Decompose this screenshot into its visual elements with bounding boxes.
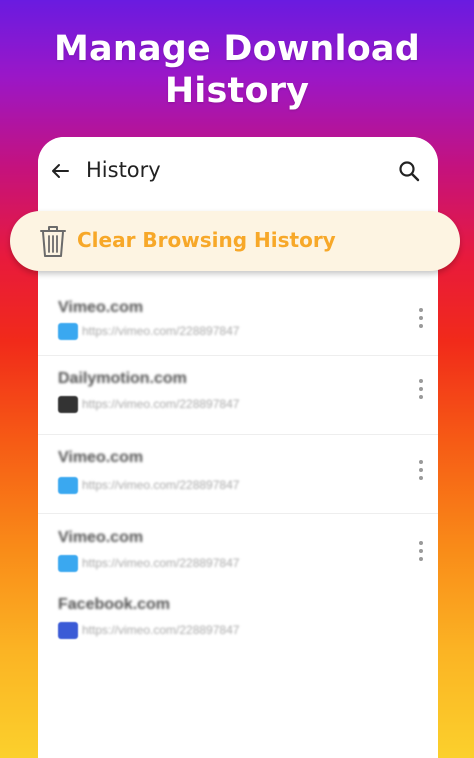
history-item-title: Vimeo.com — [58, 449, 144, 466]
history-item-url: https://vimeo.com/228897847 — [82, 397, 240, 411]
dailymotion-icon — [58, 396, 78, 413]
vimeo-icon — [58, 477, 78, 494]
history-item-title: Vimeo.com — [58, 299, 144, 316]
history-item-url: https://vimeo.com/228897847 — [82, 324, 240, 338]
history-row[interactable]: Facebook.com https://vimeo.com/228897847 — [38, 582, 438, 660]
arrow-left-icon[interactable] — [50, 161, 70, 181]
history-row[interactable]: Vimeo.com https://vimeo.com/228897847 — [38, 514, 438, 592]
more-vertical-icon[interactable] — [418, 459, 424, 481]
history-item-title: Vimeo.com — [58, 529, 144, 546]
more-vertical-icon[interactable] — [418, 378, 424, 400]
headline-line-1: Manage Download — [53, 29, 421, 69]
vimeo-icon — [58, 323, 78, 340]
history-item-url: https://vimeo.com/228897847 — [82, 623, 240, 637]
history-item-title: Facebook.com — [58, 596, 171, 613]
vimeo-icon — [58, 555, 78, 572]
history-row[interactable]: Vimeo.com https://vimeo.com/228897847 — [38, 277, 438, 356]
history-item-title: Dailymotion.com — [58, 370, 187, 387]
history-row[interactable]: Vimeo.com https://vimeo.com/228897847 — [38, 435, 438, 514]
page-title: History — [86, 158, 161, 182]
history-item-url: https://vimeo.com/228897847 — [82, 556, 240, 570]
clear-history-label: Clear Browsing History — [77, 228, 336, 252]
promo-headline: Manage Download History — [0, 28, 474, 112]
trash-icon — [40, 226, 66, 257]
app-bar: History — [38, 137, 438, 207]
facebook-icon — [58, 622, 78, 639]
headline-line-2: History — [164, 71, 310, 111]
clear-browsing-history-button[interactable]: Clear Browsing History — [10, 211, 460, 271]
history-row[interactable]: Dailymotion.com https://vimeo.com/228897… — [38, 356, 438, 435]
more-vertical-icon[interactable] — [418, 307, 424, 329]
history-item-url: https://vimeo.com/228897847 — [82, 478, 240, 492]
search-icon[interactable] — [398, 160, 420, 182]
more-vertical-icon[interactable] — [418, 540, 424, 562]
